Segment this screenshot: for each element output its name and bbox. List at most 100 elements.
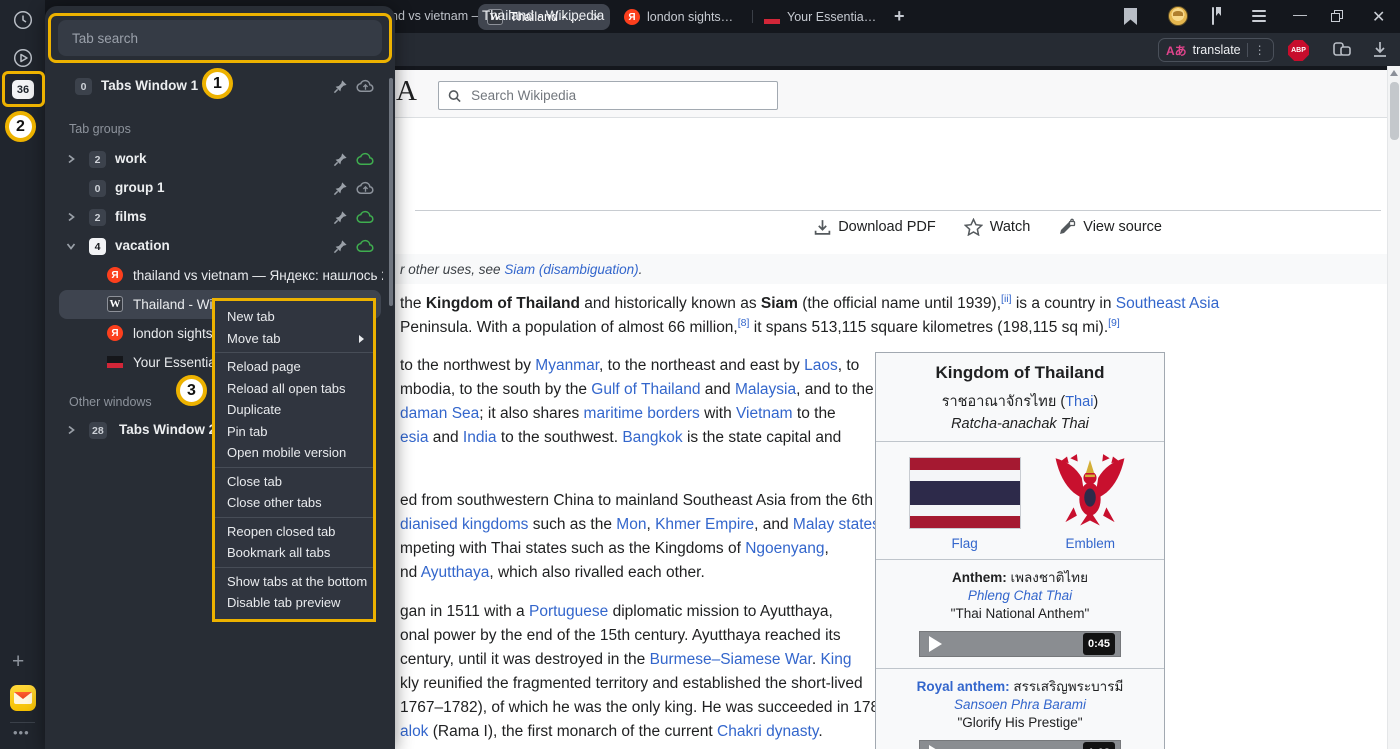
close-window-button[interactable]: ✕ — [1372, 7, 1385, 27]
minimize-button[interactable]: — — [1293, 6, 1307, 22]
wiki-search-input[interactable] — [469, 87, 768, 104]
tab-your-essential-london[interactable]: Your Essential London Sig — [755, 4, 887, 30]
anthem-link[interactable]: Phleng Chat Thai — [968, 588, 1072, 603]
menu-item-disable-tab-preview[interactable]: Disable tab preview — [215, 592, 373, 614]
play-icon[interactable] — [929, 745, 942, 749]
royal-anthem-translit-link[interactable]: Sansoen Phra Barami — [954, 697, 1086, 712]
sidebar-add-icon[interactable]: + — [12, 650, 24, 674]
panel-scrollbar-thumb[interactable] — [389, 78, 393, 306]
pin-icon[interactable] — [333, 152, 348, 167]
new-tab-button[interactable]: + — [894, 6, 905, 27]
translate-more-icon[interactable]: ⋮ — [1254, 43, 1266, 57]
wiki-link[interactable]: India — [463, 429, 497, 446]
wiki-link[interactable]: [9] — [1108, 317, 1120, 329]
tab-group-vacation[interactable]: 4vacation — [45, 232, 395, 261]
thailand-flag-image[interactable] — [909, 457, 1021, 529]
menu-icon[interactable] — [1252, 10, 1266, 22]
tab-group-work[interactable]: 2work — [45, 145, 395, 174]
play-sessions-icon[interactable] — [13, 48, 33, 68]
wiki-link[interactable]: esia — [400, 429, 428, 446]
cloud-synced-icon[interactable] — [356, 151, 375, 166]
cloud-synced-icon[interactable] — [356, 209, 375, 224]
panel-tab-item[interactable]: Яthailand vs vietnam — Яндекс: нашлось 2… — [45, 261, 395, 290]
menu-item-bookmark-all-tabs[interactable]: Bookmark all tabs — [215, 542, 373, 564]
translate-button[interactable]: Aあ translate ⋮ — [1158, 38, 1274, 62]
wiki-link[interactable]: Ayutthaya — [421, 564, 490, 581]
menu-item-close-other-tabs[interactable]: Close other tabs — [215, 492, 373, 514]
tab-search-input[interactable] — [58, 20, 382, 56]
tab-group-films[interactable]: 2films — [45, 203, 395, 232]
chevron-right-icon[interactable] — [65, 153, 77, 165]
wiki-link[interactable]: Vietnam — [736, 405, 793, 422]
scroll-up-arrow[interactable] — [1390, 70, 1398, 76]
wiki-link[interactable]: Chakri dynasty — [717, 723, 818, 740]
extension-icon[interactable] — [1332, 41, 1352, 59]
wiki-link[interactable]: dianised kingdoms — [400, 516, 528, 533]
page-title[interactable]: Thailand - Wikipedia — [482, 8, 604, 23]
menu-item-close-tab[interactable]: Close tab — [215, 471, 373, 493]
garuda-emblem-image[interactable] — [1049, 453, 1131, 529]
play-icon[interactable] — [929, 636, 942, 652]
thai-language-link[interactable]: Thai — [1065, 394, 1093, 410]
history-icon[interactable] — [13, 10, 33, 30]
menu-item-reopen-closed-tab[interactable]: Reopen closed tab — [215, 521, 373, 543]
tab-london-sightseeing[interactable]: Я london sightseeing — Янд — [615, 4, 749, 30]
pin-icon[interactable] — [333, 239, 348, 254]
chevron-right-icon[interactable] — [65, 211, 77, 223]
cloud-upload-icon[interactable] — [356, 78, 375, 93]
wiki-link[interactable]: Myanmar — [535, 357, 599, 374]
tab-group-group-1[interactable]: 0group 1 — [45, 174, 395, 203]
wiki-link[interactable]: daman Sea — [400, 405, 479, 422]
downloads-icon[interactable] — [1372, 41, 1388, 58]
menu-item-new-tab[interactable]: New tab — [215, 306, 373, 328]
pin-icon[interactable] — [333, 79, 348, 94]
collections-icon[interactable] — [1212, 8, 1214, 24]
profile-avatar[interactable] — [1168, 6, 1188, 26]
wiki-link[interactable]: Malaysia — [735, 381, 796, 398]
wiki-link[interactable]: Gulf of Thailand — [591, 381, 700, 398]
royal-anthem-link[interactable]: Royal anthem: — [917, 679, 1010, 694]
wiki-link[interactable]: Siam (disambiguation) — [504, 262, 638, 277]
chevron-down-icon[interactable] — [65, 240, 77, 252]
yandex-mail-icon[interactable] — [10, 685, 36, 711]
pin-icon[interactable] — [333, 181, 348, 196]
watch-button[interactable]: Watch — [964, 218, 1031, 236]
anthem-audio-player[interactable]: 0:45 — [919, 631, 1121, 657]
wiki-search-box[interactable] — [438, 81, 778, 110]
wiki-link[interactable]: Mon — [616, 516, 646, 533]
royal-anthem-audio-player[interactable]: 1:08 — [919, 740, 1121, 749]
view-source-button[interactable]: View source — [1058, 218, 1162, 236]
menu-item-duplicate[interactable]: Duplicate — [215, 399, 373, 421]
wiki-link[interactable]: Bangkok — [622, 429, 682, 446]
wiki-link[interactable]: Malay states — [793, 516, 880, 533]
page-scrollbar[interactable] — [1387, 66, 1400, 749]
scrollbar-thumb[interactable] — [1390, 82, 1399, 140]
flag-link[interactable]: Flag — [952, 536, 978, 551]
menu-item-open-mobile-version[interactable]: Open mobile version — [215, 442, 373, 464]
pin-icon[interactable] — [333, 210, 348, 225]
wiki-link[interactable]: Ngoenyang — [745, 540, 824, 557]
menu-item-show-tabs-at-the-bottom[interactable]: Show tabs at the bottom — [215, 571, 373, 593]
wiki-link[interactable]: Southeast Asia — [1116, 295, 1219, 312]
wiki-link[interactable]: Burmese–Siamese War — [650, 651, 812, 668]
menu-item-move-tab[interactable]: Move tab — [215, 328, 373, 350]
wiki-link[interactable]: alok — [400, 723, 428, 740]
wiki-link[interactable]: Khmer Empire — [655, 516, 754, 533]
wiki-link[interactable]: Laos — [804, 357, 838, 374]
sidebar-more-icon[interactable]: ••• — [13, 725, 30, 740]
wiki-link[interactable]: maritime borders — [584, 405, 700, 422]
wiki-link[interactable]: Portuguese — [529, 603, 608, 620]
cloud-upload-icon[interactable] — [356, 180, 375, 195]
tab-counter-badge[interactable]: 36 — [12, 80, 34, 99]
chevron-right-icon[interactable] — [65, 424, 77, 436]
wiki-link[interactable]: [ii] — [1001, 293, 1012, 305]
menu-item-reload-all-open-tabs[interactable]: Reload all open tabs — [215, 378, 373, 400]
cloud-synced-icon[interactable] — [356, 238, 375, 253]
menu-item-reload-page[interactable]: Reload page — [215, 356, 373, 378]
menu-item-pin-tab[interactable]: Pin tab — [215, 421, 373, 443]
emblem-link[interactable]: Emblem — [1066, 536, 1116, 551]
wiki-link[interactable]: King — [820, 651, 851, 668]
wiki-link[interactable]: [8] — [738, 317, 750, 329]
download-pdf-button[interactable]: Download PDF — [814, 218, 936, 236]
adblock-plus-icon[interactable]: ABP — [1288, 40, 1309, 61]
